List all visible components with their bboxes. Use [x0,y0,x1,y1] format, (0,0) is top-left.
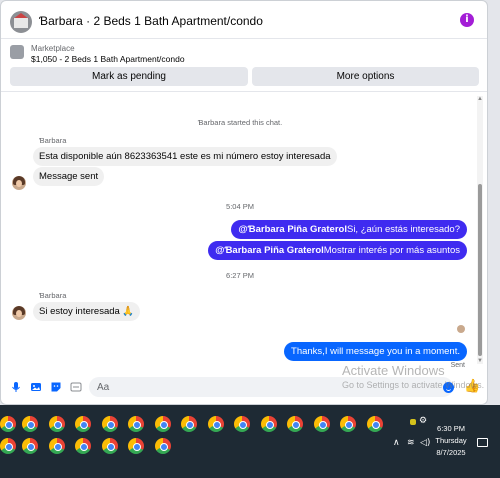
more-options-button[interactable]: More options [252,67,479,86]
browser-icon[interactable] [208,416,224,432]
message-text: Si, ¿aún estás interesado? [346,224,460,235]
outgoing-message[interactable]: Thanks,I will message you in a moment. [284,342,467,361]
house-shape [14,18,28,28]
browser-icon[interactable] [155,438,171,454]
message-text: Mostrar interés por más asuntos [323,245,460,256]
outgoing-message[interactable]: @Ɓarbara Piña GraterolSi, ¿aún estás int… [231,220,467,239]
tray-settings-icon[interactable]: ⚙ [419,416,427,426]
scroll-up-icon[interactable]: ▲ [477,96,483,102]
divider [1,91,487,92]
listing-avatar[interactable] [10,11,32,33]
chat-header: Ɓarbara · 2 Beds 1 Bath Apartment/condo … [1,1,487,39]
browser-icon[interactable] [22,416,38,432]
browser-icon[interactable] [367,416,383,432]
message-composer: 👍 [1,373,487,401]
incoming-message[interactable]: Message sent [33,167,105,186]
info-icon[interactable]: i [460,13,474,27]
avatar-face [16,310,22,317]
taskbar: ⚙ ∧ ≋ ◁) [0,405,500,478]
listing-category: Marketplace [31,44,75,53]
browser-icon[interactable] [314,416,330,432]
message-timestamp: 5:04 PM [226,202,254,211]
notification-icon[interactable] [477,438,488,447]
browser-icon[interactable] [75,416,91,432]
sender-name: Ɓarbara [39,291,67,300]
chat-title[interactable]: Ɓarbara · 2 Beds 1 Bath Apartment/condo [39,14,263,28]
listing-price-title: $1,050 - 2 Beds 1 Bath Apartment/condo [31,54,185,64]
clock-time: 6:30 PM [437,424,465,433]
volume-icon[interactable]: ◁) [420,438,430,448]
message-input[interactable] [89,377,453,397]
browser-icon[interactable] [128,416,144,432]
browser-icon[interactable] [340,416,356,432]
listing-thumbnail [10,45,24,59]
chevron-up-icon[interactable]: ∧ [393,438,400,448]
chat-window: Ɓarbara · 2 Beds 1 Bath Apartment/condo … [0,0,488,405]
incoming-message[interactable]: Si estoy interesada 🙏 [33,302,141,321]
browser-icon[interactable] [49,416,65,432]
mention: @Ɓarbara Piña Graterol [238,224,347,235]
mention: @Ɓarbara Piña Graterol [215,245,324,256]
gif-icon[interactable] [70,381,82,393]
browser-icon[interactable] [0,416,16,432]
tray-app-icon[interactable] [410,419,416,425]
scroll-down-icon[interactable]: ▼ [477,358,483,364]
browser-icon[interactable] [75,438,91,454]
wifi-icon[interactable]: ≋ [407,438,415,448]
sender-avatar[interactable] [12,176,26,190]
scrollbar[interactable]: ▲ ▼ [477,96,483,364]
browser-icon[interactable] [181,416,197,432]
clock-day: Thursday [435,436,467,445]
sender-name: Ɓarbara [39,136,67,145]
sticker-icon[interactable] [50,381,62,393]
browser-icon[interactable] [22,438,38,454]
listing-summary[interactable]: Marketplace $1,050 - 2 Beds 1 Bath Apart… [1,40,487,66]
chat-started-notice: Ɓarbara started this chat. [197,118,283,127]
browser-icon[interactable] [287,416,303,432]
browser-icon[interactable] [49,438,65,454]
mark-as-pending-button[interactable]: Mark as pending [10,67,248,86]
browser-icon[interactable] [234,416,250,432]
browser-icon[interactable] [155,416,171,432]
scrollbar-thumb[interactable] [478,184,482,356]
photo-icon[interactable] [30,381,42,393]
browser-icon[interactable] [0,438,16,454]
clock-date: 8/7/2025 [436,448,466,457]
browser-icon[interactable] [261,416,277,432]
microphone-icon[interactable] [10,381,22,393]
sender-avatar[interactable] [12,306,26,320]
seen-avatar [457,325,465,333]
browser-icon[interactable] [102,438,118,454]
message-timestamp: 6:27 PM [226,271,254,280]
emoji-icon[interactable] [443,382,454,393]
system-clock[interactable]: 6:30 PM Thursday 8/7/2025 [430,423,472,459]
thumbs-up-icon[interactable]: 👍 [464,379,480,394]
browser-icon[interactable] [128,438,144,454]
avatar-face [16,180,22,187]
browser-icon[interactable] [102,416,118,432]
outgoing-message[interactable]: @Ɓarbara Piña GraterolMostrar interés po… [208,241,467,260]
incoming-message[interactable]: Esta disponible aún 8623363541 este es m… [33,147,337,166]
delivery-status: Sent [450,362,465,369]
